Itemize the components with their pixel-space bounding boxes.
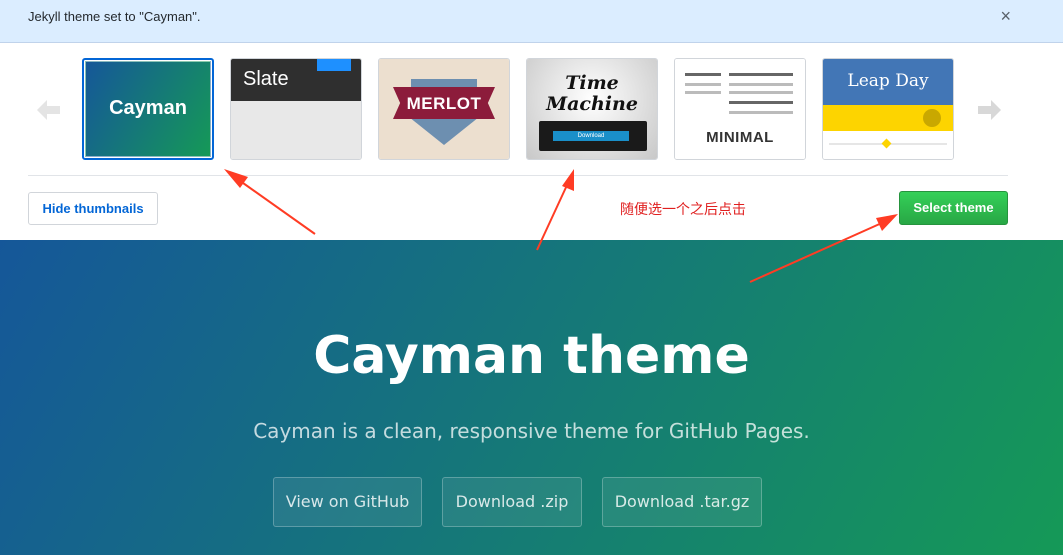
theme-picker: Cayman Slate MERLOT Time Machine Downloa… bbox=[0, 43, 1063, 240]
divider bbox=[28, 175, 1008, 176]
theme-thumb-merlot[interactable]: MERLOT bbox=[378, 58, 510, 160]
download-targz-button[interactable]: Download .tar.gz bbox=[602, 477, 762, 527]
preview-line bbox=[729, 91, 793, 94]
view-on-github-button[interactable]: View on GitHub bbox=[273, 477, 422, 527]
hide-thumbnails-button[interactable]: Hide thumbnails bbox=[28, 192, 158, 225]
theme-thumb-slate[interactable]: Slate bbox=[230, 58, 362, 160]
theme-label-line2: Machine bbox=[546, 93, 638, 115]
merlot-preview: MERLOT bbox=[379, 59, 509, 159]
page-subtitle: Cayman is a clean, responsive theme for … bbox=[253, 419, 810, 443]
theme-label: MINIMAL bbox=[706, 129, 774, 146]
select-theme-button[interactable]: Select theme bbox=[899, 191, 1008, 225]
github-icon bbox=[923, 109, 941, 127]
flash-message: Jekyll theme set to "Cayman". bbox=[28, 9, 201, 24]
annotation-text: 随便选一个之后点击 bbox=[620, 202, 746, 218]
flash-banner: Jekyll theme set to "Cayman". × bbox=[0, 0, 1063, 43]
theme-label: Cayman bbox=[109, 97, 187, 119]
theme-thumb-cayman[interactable]: Cayman bbox=[82, 58, 214, 160]
preview-line bbox=[729, 73, 793, 76]
preview-accent bbox=[317, 59, 351, 71]
cayman-preview: Cayman bbox=[85, 61, 211, 157]
page-title: Cayman theme bbox=[313, 326, 750, 386]
preview-line bbox=[685, 73, 721, 76]
preview-line bbox=[729, 101, 793, 104]
preview-line bbox=[685, 83, 721, 86]
slate-preview: Slate bbox=[231, 59, 361, 159]
theme-thumb-minimal[interactable]: MINIMAL bbox=[674, 58, 806, 160]
theme-label: Leap Day bbox=[847, 71, 929, 91]
minimal-preview: MINIMAL bbox=[675, 59, 805, 159]
theme-label-line1: Time bbox=[565, 72, 619, 94]
theme-preview-hero: Cayman theme Cayman is a clean, responsi… bbox=[0, 240, 1063, 555]
preview-line bbox=[729, 111, 793, 114]
preview-download-button: Download bbox=[553, 131, 629, 141]
theme-thumb-time-machine[interactable]: Time Machine Download bbox=[526, 58, 658, 160]
chevron-left-icon[interactable] bbox=[36, 98, 62, 122]
theme-thumb-leap-day[interactable]: Leap Day bbox=[822, 58, 954, 160]
download-zip-button[interactable]: Download .zip bbox=[442, 477, 582, 527]
chevron-right-icon[interactable] bbox=[976, 98, 1002, 122]
theme-label: MERLOT bbox=[406, 94, 482, 113]
close-icon[interactable]: × bbox=[1000, 7, 1011, 25]
theme-label: Slate bbox=[243, 68, 289, 90]
preview-line bbox=[685, 91, 721, 94]
leap-day-preview: Leap Day bbox=[823, 59, 953, 159]
time-machine-preview: Time Machine Download bbox=[527, 59, 657, 159]
preview-line bbox=[729, 83, 793, 86]
preview-diamond bbox=[881, 138, 892, 149]
